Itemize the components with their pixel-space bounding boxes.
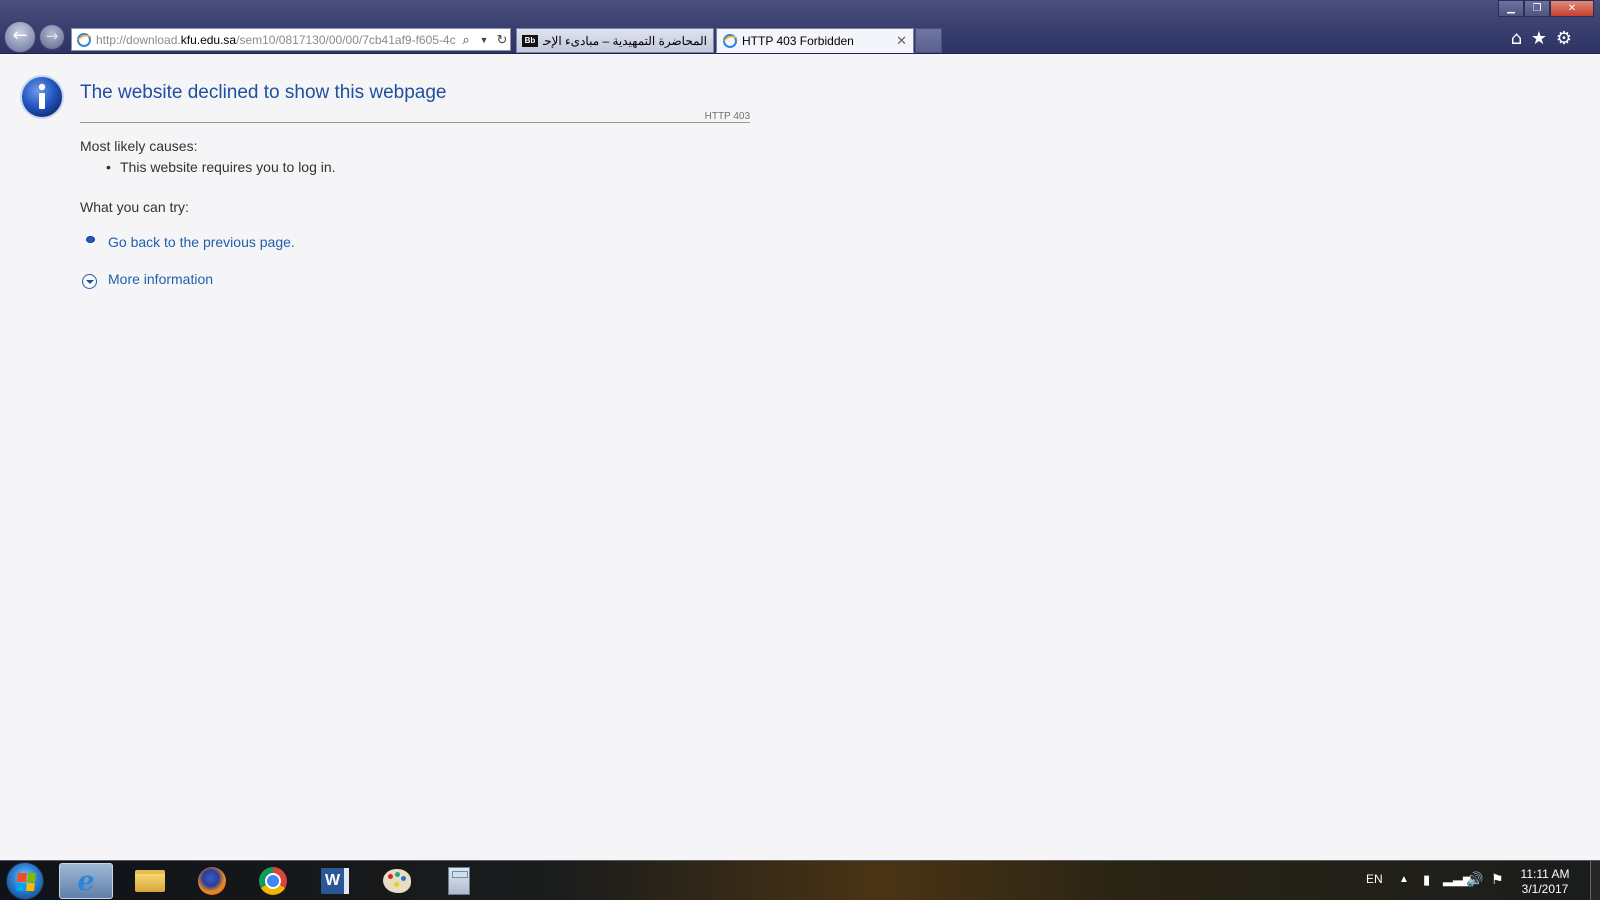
close-window-button[interactable]: ✕ — [1550, 0, 1594, 17]
address-bar[interactable]: http://download.kfu.edu.sa/sem10/0817130… — [71, 28, 511, 51]
page-title: The website declined to show this webpag… — [80, 82, 447, 103]
refresh-icon[interactable]: ↻ — [494, 32, 510, 48]
minimize-button[interactable]: ▁ — [1498, 0, 1524, 17]
blackboard-icon: Bb — [522, 34, 538, 47]
more-information-link[interactable]: More information — [108, 271, 213, 287]
calculator-icon — [448, 867, 470, 895]
search-icon[interactable]: ⌕ — [458, 32, 474, 48]
language-indicator[interactable]: EN — [1366, 872, 1383, 900]
clock[interactable]: 11:11 AM 3/1/2017 — [1510, 867, 1580, 900]
try-heading: What you can try: — [80, 199, 189, 215]
dropdown-arrow-icon[interactable]: ▼ — [476, 35, 492, 45]
cause-list-item: • This website requires you to log in. — [106, 159, 336, 175]
clock-date: 3/1/2017 — [1521, 882, 1569, 896]
start-button[interactable] — [6, 862, 44, 900]
go-back-link[interactable]: Go back to the previous page. — [108, 234, 295, 250]
expand-circle-icon[interactable] — [82, 274, 97, 289]
http-status-code: HTTP 403 — [704, 111, 750, 122]
url-path: /sem10/0817130/00/00/7cb41af9-f605-4c — [236, 32, 456, 47]
ie-page-icon — [723, 33, 738, 48]
taskbar-paint[interactable] — [370, 863, 424, 899]
window-controls: ▁ ❐ ✕ — [1498, 0, 1594, 18]
paint-palette-icon — [383, 869, 411, 893]
ie-page-icon — [77, 32, 92, 47]
windows-logo-icon — [16, 873, 36, 891]
arrow-left-icon: ← — [12, 25, 28, 46]
volume-icon[interactable]: 🔊 — [1466, 871, 1483, 900]
title-divider — [80, 122, 750, 123]
restore-button[interactable]: ❐ — [1524, 0, 1550, 17]
word-icon: W — [321, 868, 349, 894]
taskbar-word[interactable]: W — [308, 863, 362, 899]
tab-label: HTTP 403 Forbidden — [742, 33, 854, 48]
info-icon — [20, 75, 64, 119]
back-button[interactable]: ← — [4, 21, 36, 53]
forward-button[interactable]: → — [39, 24, 65, 50]
taskbar-calculator[interactable] — [432, 863, 486, 899]
firefox-icon — [198, 867, 226, 895]
taskbar-firefox[interactable] — [185, 863, 239, 899]
url-text[interactable]: http://download.kfu.edu.sa/sem10/0817130… — [96, 33, 456, 47]
clock-time: 11:11 AM — [1520, 867, 1570, 881]
new-tab-button[interactable] — [915, 28, 942, 53]
url-prefix: http://download. — [96, 32, 181, 47]
browser-chrome: ← → http://download.kfu.edu.sa/sem10/081… — [0, 0, 1600, 54]
causes-heading: Most likely causes: — [80, 138, 198, 154]
home-icon[interactable]: ⌂ — [1511, 29, 1522, 49]
internet-explorer-icon: e — [77, 865, 95, 897]
gear-icon[interactable]: ⚙ — [1556, 29, 1572, 49]
action-center-flag-icon[interactable]: ⚑ — [1491, 871, 1504, 900]
chrome-icon — [259, 867, 287, 895]
taskbar-internet-explorer[interactable]: e — [59, 863, 113, 899]
battery-icon[interactable]: ▮ — [1423, 872, 1430, 900]
url-host: kfu.edu.sa — [180, 32, 237, 47]
tab-label: المحاضرة التمهيدية – مبادىء الإحص... — [543, 33, 707, 48]
taskbar: e W EN ▲ ▮ ▂▃▅ 🔊 ⚑ 11:11 AM 3/1/2017 — [0, 860, 1600, 900]
show-desktop-button[interactable] — [1590, 861, 1600, 900]
taskbar-file-explorer[interactable] — [123, 863, 177, 899]
tab-http-403[interactable]: HTTP 403 Forbidden ✕ — [716, 28, 914, 53]
show-hidden-icons-icon[interactable]: ▲ — [1399, 874, 1409, 900]
taskbar-chrome[interactable] — [246, 863, 300, 899]
arrow-right-icon: → — [45, 27, 59, 45]
folder-icon — [135, 870, 165, 892]
close-tab-icon[interactable]: ✕ — [896, 33, 907, 49]
tab-blackboard[interactable]: Bb المحاضرة التمهيدية – مبادىء الإحص... — [516, 28, 714, 53]
favorites-star-icon[interactable]: ★ — [1531, 29, 1547, 49]
cause-text: This website requires you to log in. — [120, 159, 336, 175]
bullet-icon: • — [106, 159, 111, 175]
bullet-dot-icon — [86, 236, 95, 243]
